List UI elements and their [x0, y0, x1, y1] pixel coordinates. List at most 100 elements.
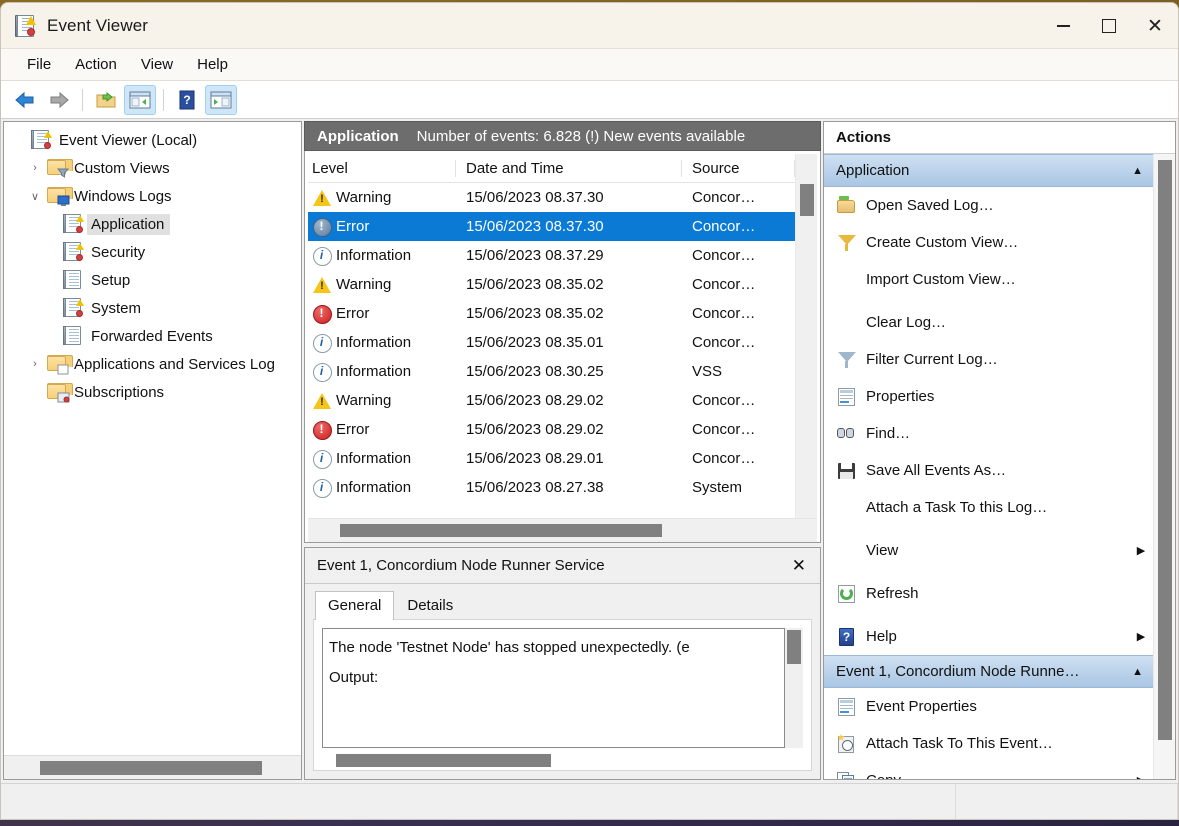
table-row[interactable]: Information 15/06/2023 08.37.29 Concor…	[308, 241, 795, 270]
tab-general[interactable]: General	[315, 591, 395, 620]
cell-level: Information	[336, 450, 412, 467]
show-hide-action-pane-button[interactable]	[205, 84, 237, 115]
cell-level: Error	[336, 218, 370, 235]
help-button[interactable]: ?	[171, 85, 203, 115]
cell-level: Information	[336, 247, 412, 264]
window-titlebar: Event Viewer	[1, 3, 1178, 49]
information-icon	[312, 449, 332, 469]
table-row[interactable]: Information 15/06/2023 08.35.01 Concor…	[308, 328, 795, 357]
table-row[interactable]: Warning 15/06/2023 08.29.02 Concor…	[308, 386, 795, 415]
chevron-right-icon[interactable]: ›	[24, 162, 46, 174]
menu-view[interactable]: View	[129, 53, 185, 76]
action-help[interactable]: ? Help ▶	[824, 618, 1153, 655]
toolbar-separator	[163, 88, 164, 111]
action-import-custom-view[interactable]: Import Custom View…	[824, 261, 1153, 298]
action-attach-task-to-this-event[interactable]: Attach Task To This Event…	[824, 725, 1153, 762]
tree-item-forwarded-events[interactable]: Forwarded Events	[4, 322, 301, 350]
information-icon	[312, 246, 332, 266]
action-label: Refresh	[866, 585, 919, 602]
log-plain-icon	[62, 270, 84, 290]
event-message-vertical-scrollbar[interactable]	[785, 628, 803, 748]
event-message-text[interactable]: The node 'Testnet Node' has stopped unex…	[322, 628, 785, 748]
action-event-properties[interactable]: Event Properties	[824, 688, 1153, 725]
tree-horizontal-scrollbar[interactable]	[4, 755, 301, 779]
up-one-level-button[interactable]	[90, 85, 122, 115]
tree-item-security[interactable]: Security	[4, 238, 301, 266]
cell-date: 15/06/2023 08.29.01	[466, 450, 604, 467]
table-row[interactable]: Error 15/06/2023 08.35.02 Concor…	[308, 299, 795, 328]
scrollbar-thumb[interactable]	[1158, 160, 1172, 740]
show-hide-console-tree-button[interactable]	[124, 84, 156, 115]
actions-list: Application ▲ Open Saved Log… Create Cus…	[824, 154, 1153, 779]
menu-help[interactable]: Help	[185, 53, 240, 76]
action-refresh[interactable]: Refresh	[824, 575, 1153, 612]
tree-item-label: Windows Logs	[74, 187, 172, 205]
tree-item-setup[interactable]: Setup	[4, 266, 301, 294]
tree-item-subscriptions[interactable]: Subscriptions	[4, 378, 301, 406]
tree-item-system[interactable]: System	[4, 294, 301, 322]
column-header-source[interactable]: Source	[682, 159, 795, 177]
scrollbar-thumb[interactable]	[800, 184, 814, 216]
collapse-caret-icon[interactable]: ▲	[1132, 666, 1143, 678]
action-find[interactable]: Find…	[824, 415, 1153, 452]
column-header-date-and-time[interactable]: Date and Time	[456, 159, 682, 177]
information-icon	[312, 333, 332, 353]
table-row[interactable]: Error 15/06/2023 08.29.02 Concor…	[308, 415, 795, 444]
back-button[interactable]	[9, 85, 41, 115]
table-row[interactable]: Warning 15/06/2023 08.37.30 Concor…	[308, 183, 795, 212]
table-row[interactable]: Information 15/06/2023 08.30.25 VSS	[308, 357, 795, 386]
action-clear-log[interactable]: Clear Log…	[824, 304, 1153, 341]
action-view[interactable]: View ▶	[824, 532, 1153, 569]
cell-source: Concor…	[692, 218, 756, 235]
action-label: Properties	[866, 388, 935, 405]
column-header-level[interactable]: Level	[308, 159, 456, 177]
scrollbar-thumb[interactable]	[340, 524, 662, 537]
menu-action[interactable]: Action	[63, 53, 129, 76]
actions-group-header-application[interactable]: Application ▲	[824, 154, 1153, 187]
cell-level: Warning	[336, 189, 392, 206]
action-properties[interactable]: Properties	[824, 378, 1153, 415]
event-list-vertical-scrollbar[interactable]	[795, 154, 817, 518]
tree-item-applications-and-services-logs[interactable]: › Applications and Services Log	[4, 350, 301, 378]
scrollbar-thumb[interactable]	[336, 754, 551, 767]
tree-item-windows-logs[interactable]: ∨ Windows Logs	[4, 182, 301, 210]
chevron-right-icon[interactable]: ›	[24, 358, 46, 370]
action-save-all-events-as[interactable]: Save All Events As…	[824, 452, 1153, 489]
scrollbar-thumb[interactable]	[787, 630, 801, 664]
tree-item-event-viewer-local[interactable]: Event Viewer (Local)	[4, 126, 301, 154]
action-open-saved-log[interactable]: Open Saved Log…	[824, 187, 1153, 224]
action-create-custom-view[interactable]: Create Custom View…	[824, 224, 1153, 261]
close-button[interactable]	[1132, 3, 1178, 49]
action-copy[interactable]: Copy ▶	[824, 762, 1153, 779]
console-tree-pane: Event Viewer (Local) › Custom Views ∨ Wi…	[3, 121, 302, 780]
tree-item-application[interactable]: Application	[4, 210, 301, 238]
actions-vertical-scrollbar[interactable]	[1153, 154, 1175, 779]
menu-file[interactable]: File	[15, 53, 63, 76]
minimize-button[interactable]	[1040, 3, 1086, 49]
scrollbar-thumb[interactable]	[40, 760, 262, 775]
event-detail-panel: The node 'Testnet Node' has stopped unex…	[313, 619, 812, 771]
table-row[interactable]: Error 15/06/2023 08.37.30 Concor…	[308, 212, 795, 241]
tab-details[interactable]: Details	[394, 591, 466, 620]
table-row[interactable]: Information 15/06/2023 08.27.38 System	[308, 473, 795, 502]
help-icon: ?	[836, 627, 866, 647]
maximize-button[interactable]	[1086, 3, 1132, 49]
table-row[interactable]: Warning 15/06/2023 08.35.02 Concor…	[308, 270, 795, 299]
tree-item-label: Event Viewer (Local)	[59, 131, 198, 149]
close-icon[interactable]: ✕	[788, 556, 810, 576]
status-bar-segment	[956, 784, 1178, 819]
event-message-horizontal-scrollbar[interactable]	[322, 748, 803, 770]
table-row[interactable]: Information 15/06/2023 08.29.01 Concor…	[308, 444, 795, 473]
actions-group-header-event[interactable]: Event 1, Concordium Node Runne… ▲	[824, 655, 1153, 688]
tree-item-label: System	[91, 299, 142, 317]
event-list-horizontal-scrollbar[interactable]	[308, 518, 817, 542]
action-filter-current-log[interactable]: Filter Current Log…	[824, 341, 1153, 378]
forward-button[interactable]	[43, 85, 75, 115]
action-attach-a-task-to-this-log[interactable]: Attach a Task To this Log…	[824, 489, 1153, 526]
cell-source: Concor…	[692, 450, 756, 467]
chevron-down-icon[interactable]: ∨	[24, 190, 46, 203]
collapse-caret-icon[interactable]: ▲	[1132, 165, 1143, 177]
cell-date: 15/06/2023 08.37.30	[466, 218, 604, 235]
group-label: Event 1, Concordium Node Runne…	[836, 663, 1080, 680]
tree-item-custom-views[interactable]: › Custom Views	[4, 154, 301, 182]
